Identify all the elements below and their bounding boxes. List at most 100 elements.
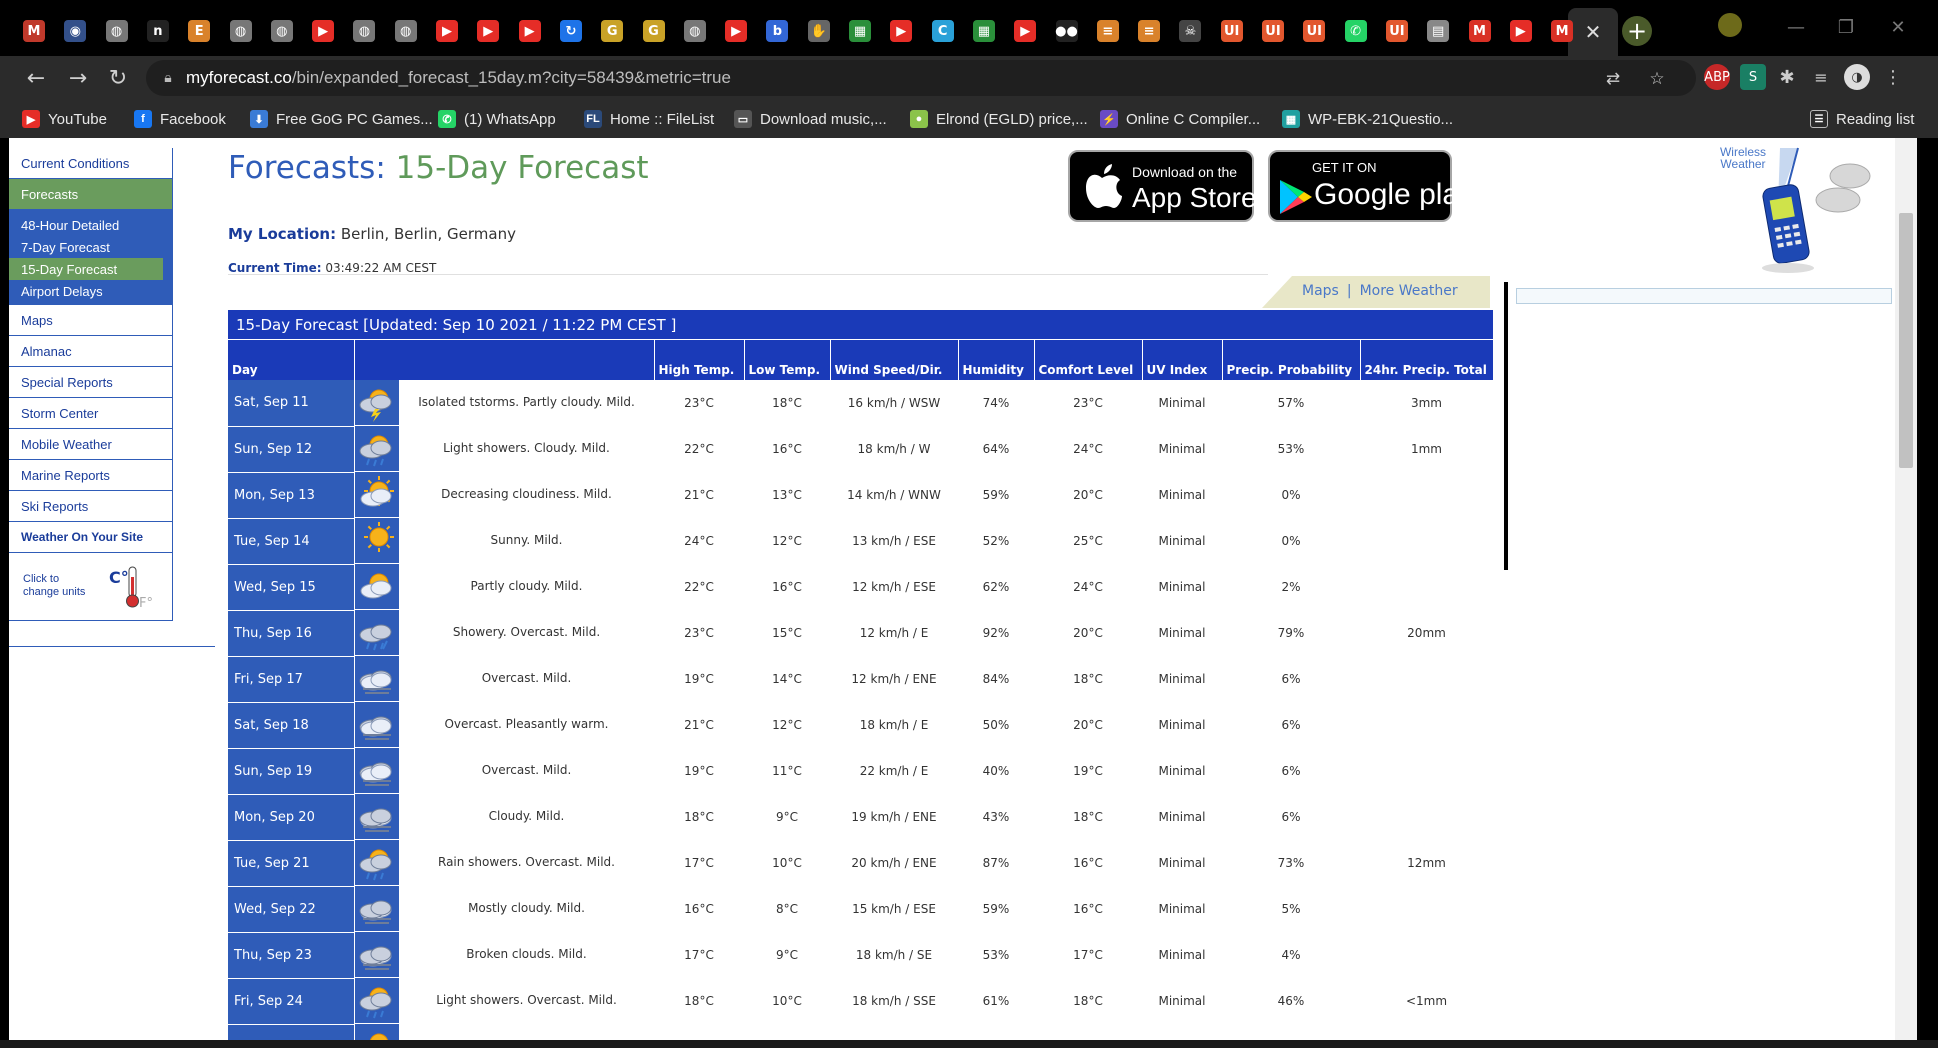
sidebar-item-special-reports[interactable]: Special Reports [9, 367, 173, 398]
browser-tab[interactable]: ◍ [386, 14, 426, 48]
media-control-icon[interactable]: ≡ [1808, 64, 1834, 90]
profile-avatar[interactable]: ◑ [1844, 64, 1870, 90]
uv-index-cell: Minimal [1158, 580, 1206, 594]
new-tab-button[interactable]: + [1622, 16, 1652, 46]
browser-tab[interactable]: ≡ [1129, 14, 1169, 48]
browser-tab[interactable]: UI [1377, 14, 1417, 48]
back-icon[interactable]: ← [20, 62, 52, 94]
browser-tab[interactable]: ◍ [221, 14, 261, 48]
sidebar-item-7-day[interactable]: 7-Day Forecast [9, 236, 163, 258]
browser-tab[interactable]: ◍ [675, 14, 715, 48]
bookmark-item[interactable]: ● Elrond (EGLD) price,... [910, 108, 1088, 130]
sidebar-item-storm-center[interactable]: Storm Center [9, 398, 173, 429]
browser-tab[interactable]: ●● [1047, 14, 1087, 48]
sidebar-item-48-hour[interactable]: 48-Hour Detailed [9, 214, 163, 236]
browser-tab[interactable]: ✋ [799, 14, 839, 48]
column-header [353, 340, 655, 380]
bookmark-star-icon[interactable]: ☆ [1646, 68, 1668, 90]
browser-tab[interactable]: n [138, 14, 178, 48]
browser-tab[interactable]: ▦ [840, 14, 880, 48]
more-weather-link[interactable]: More Weather [1360, 283, 1458, 299]
maps-link[interactable]: Maps [1302, 283, 1339, 299]
browser-tab[interactable]: ▶ [427, 14, 467, 48]
sidebar-item-forecasts[interactable]: Forecasts [9, 179, 173, 210]
left-edge [0, 138, 9, 1048]
bookmark-item[interactable]: ▭ Download music,... [734, 108, 887, 130]
browser-tab[interactable]: ☠ [1170, 14, 1210, 48]
browser-tab[interactable]: ↻ [551, 14, 591, 48]
lock-icon[interactable]: 🔒︎ [158, 68, 178, 88]
translate-icon[interactable]: ⇄ [1602, 68, 1624, 90]
browser-tab[interactable]: ≡ [1088, 14, 1128, 48]
sidebar-item-maps[interactable]: Maps [9, 305, 173, 336]
bookmark-item[interactable]: FL Home :: FileList [584, 108, 714, 130]
maps-tab: Maps | More Weather [1262, 276, 1490, 308]
sidebar-item-current-conditions[interactable]: Current Conditions [9, 148, 173, 179]
minimize-icon[interactable]: — [1776, 14, 1816, 40]
ui-icon: UI [1220, 20, 1243, 42]
bookmark-item[interactable]: ▦ WP-EBK-21Questio... [1282, 108, 1453, 130]
weather-icon-wrap [355, 659, 399, 699]
browser-tab[interactable]: ▶ [716, 14, 756, 48]
bookmark-item[interactable]: ⚡ Online C Compiler... [1100, 108, 1260, 130]
browser-tab[interactable]: ▦ [964, 14, 1004, 48]
address-bar[interactable]: 🔒︎ myforecast.co/bin/expanded_forecast_1… [146, 60, 1696, 96]
uv-index-cell: Minimal [1158, 488, 1206, 502]
browser-tab[interactable]: ◉ [55, 14, 95, 48]
bookmark-item[interactable]: f Facebook [134, 108, 226, 130]
low-temp-cell: 18°C [772, 396, 802, 410]
browser-tab[interactable]: ▶ [1005, 14, 1045, 48]
browser-tab[interactable]: ▶ [881, 14, 921, 48]
browser-tab[interactable]: M [1542, 14, 1582, 48]
browser-tab[interactable]: ◍ [344, 14, 384, 48]
browser-tab[interactable]: E [179, 14, 219, 48]
browser-tab[interactable]: ◍ [262, 14, 302, 48]
browser-tab[interactable]: ◍ [97, 14, 137, 48]
wireless-weather-ad[interactable]: Wireless Weather [1708, 146, 1878, 276]
day-cell: Mon, Sep 13 [228, 472, 354, 519]
browser-tab[interactable]: M [1460, 14, 1500, 48]
browser-tab[interactable]: UI [1212, 14, 1252, 48]
change-units-button[interactable]: Click to change units C° F° [9, 553, 173, 621]
sidebar-item-weather-on-your-site[interactable]: Weather On Your Site [9, 522, 173, 553]
profile-menu-icon[interactable] [1710, 12, 1750, 38]
forward-icon[interactable]: → [62, 62, 94, 94]
sidebar-item-15-day[interactable]: 15-Day Forecast [9, 258, 163, 280]
humidity-cell: 52% [982, 534, 1010, 548]
close-window-icon[interactable]: ✕ [1878, 14, 1918, 40]
browser-tab[interactable]: M [14, 14, 54, 48]
app-store-badge[interactable]: Download on the App Store [1068, 150, 1257, 222]
browser-tab[interactable]: ▶ [468, 14, 508, 48]
sidebar-item-mobile-weather[interactable]: Mobile Weather [9, 429, 173, 460]
s-extension-icon[interactable]: S [1740, 64, 1766, 90]
browser-tab[interactable]: C [923, 14, 963, 48]
sidebar-item-ski-reports[interactable]: Ski Reports [9, 491, 173, 522]
browser-tab[interactable]: UI [1294, 14, 1334, 48]
sidebar-item-marine-reports[interactable]: Marine Reports [9, 460, 173, 491]
browser-tab[interactable]: ▶ [303, 14, 343, 48]
browser-tab[interactable]: UI [1253, 14, 1293, 48]
browser-tab[interactable]: ▤ [1418, 14, 1458, 48]
weather-icon-cell: Mostly cloudy. Mild. [354, 886, 654, 932]
maximize-icon[interactable]: ❐ [1826, 14, 1866, 40]
google-play-badge[interactable]: GET IT ON Google play [1268, 150, 1474, 222]
browser-tab[interactable]: ▶ [510, 14, 550, 48]
sidebar-item-airport-delays[interactable]: Airport Delays [9, 280, 163, 302]
sidebar-item-almanac[interactable]: Almanac [9, 336, 173, 367]
browser-tab[interactable]: G [634, 14, 674, 48]
reload-icon[interactable]: ↻ [102, 62, 134, 94]
bookmark-item[interactable]: ✆ (1) WhatsApp [438, 108, 556, 130]
bookmark-item[interactable]: ⬇ Free GoG PC Games... [250, 108, 433, 130]
extensions-puzzle-icon[interactable]: ✱ [1774, 64, 1800, 90]
browser-menu-icon[interactable]: ⋮ [1880, 64, 1906, 90]
reading-list-button[interactable]: ☰ Reading list [1810, 108, 1914, 130]
browser-tab[interactable]: b [757, 14, 797, 48]
browser-tab[interactable]: G [592, 14, 632, 48]
scrollbar-thumb[interactable] [1899, 213, 1913, 468]
adblock-extension-icon[interactable]: ABP [1704, 64, 1730, 90]
precip-probability-cell: 2% [1281, 580, 1301, 594]
browser-tab[interactable]: ✆ [1336, 14, 1376, 48]
browser-tab[interactable]: ▶ [1501, 14, 1541, 48]
bookmark-item[interactable]: ▶ YouTube [22, 108, 107, 130]
url-text[interactable]: myforecast.co/bin/expanded_forecast_15da… [186, 68, 731, 88]
